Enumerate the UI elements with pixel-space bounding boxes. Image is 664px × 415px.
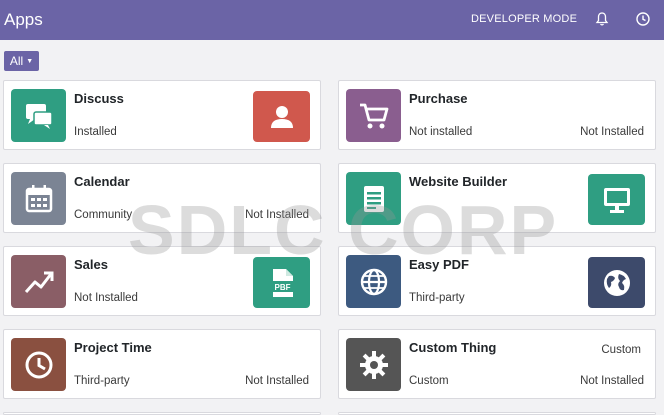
app-card-discuss[interactable]: Discuss Installed <box>3 80 321 150</box>
bell-icon[interactable] <box>594 11 610 27</box>
app-install-status: Not Installed <box>245 375 309 387</box>
gear-icon <box>346 338 401 391</box>
app-status: Third-party <box>74 375 130 387</box>
app-card-custom-thing[interactable]: Custom Thing Custom Custom Not Installed <box>338 329 656 399</box>
pdf-label: PBF <box>274 283 290 292</box>
calendar-icon <box>11 172 66 225</box>
app-status: Third-party <box>409 292 465 304</box>
chat-icon <box>11 89 66 142</box>
globe-icon <box>346 255 401 308</box>
app-status: Community <box>74 209 133 221</box>
trend-icon <box>11 255 66 308</box>
filter-dropdown[interactable]: All ▼ <box>4 51 39 71</box>
page-title: Apps <box>4 10 43 29</box>
app-name: Purchase <box>409 91 468 106</box>
app-card-sales[interactable]: Sales Not Installed PBF <box>3 246 321 316</box>
app-name: Easy PDF <box>409 257 469 272</box>
app-name: Website Builder <box>409 174 508 189</box>
app-tag: Custom <box>601 344 641 356</box>
clock-icon <box>11 338 66 391</box>
filter-label: All <box>9 54 24 68</box>
app-install-status: Not Installed <box>580 375 644 387</box>
cart-icon <box>346 89 401 142</box>
app-install-status: Not Installed <box>245 209 309 221</box>
app-card-website-builder[interactable]: Website Builder <box>338 163 656 233</box>
app-install-status: Not Installed <box>580 126 644 138</box>
user-icon <box>253 91 310 142</box>
app-status: Installed <box>74 126 117 138</box>
app-name: Sales <box>74 257 108 272</box>
app-card-calendar[interactable]: Calendar Community Not Installed <box>3 163 321 233</box>
app-name: Discuss <box>74 91 124 106</box>
developer-mode-link[interactable]: DEVELOPER MODE <box>471 13 577 25</box>
monitor-icon <box>588 174 645 225</box>
app-status: Not installed <box>409 126 473 138</box>
app-card-easy-pdf[interactable]: Easy PDF Third-party <box>338 246 656 316</box>
chevron-down-icon: ▼ <box>26 57 34 65</box>
top-navbar: Apps DEVELOPER MODE <box>0 0 664 40</box>
clock-icon[interactable] <box>635 11 651 27</box>
app-name: Custom Thing <box>409 340 497 355</box>
app-status: Custom <box>409 375 449 387</box>
app-card-purchase[interactable]: Purchase Not installed Not Installed <box>338 80 656 150</box>
earth-icon <box>588 257 645 308</box>
pdf-file-icon: PBF <box>253 257 310 308</box>
app-card-project-time[interactable]: Project Time Third-party Not Installed <box>3 329 321 399</box>
document-icon <box>346 172 401 225</box>
app-name: Calendar <box>74 174 130 189</box>
app-status: Not Installed <box>74 292 138 304</box>
app-name: Project Time <box>74 340 152 355</box>
